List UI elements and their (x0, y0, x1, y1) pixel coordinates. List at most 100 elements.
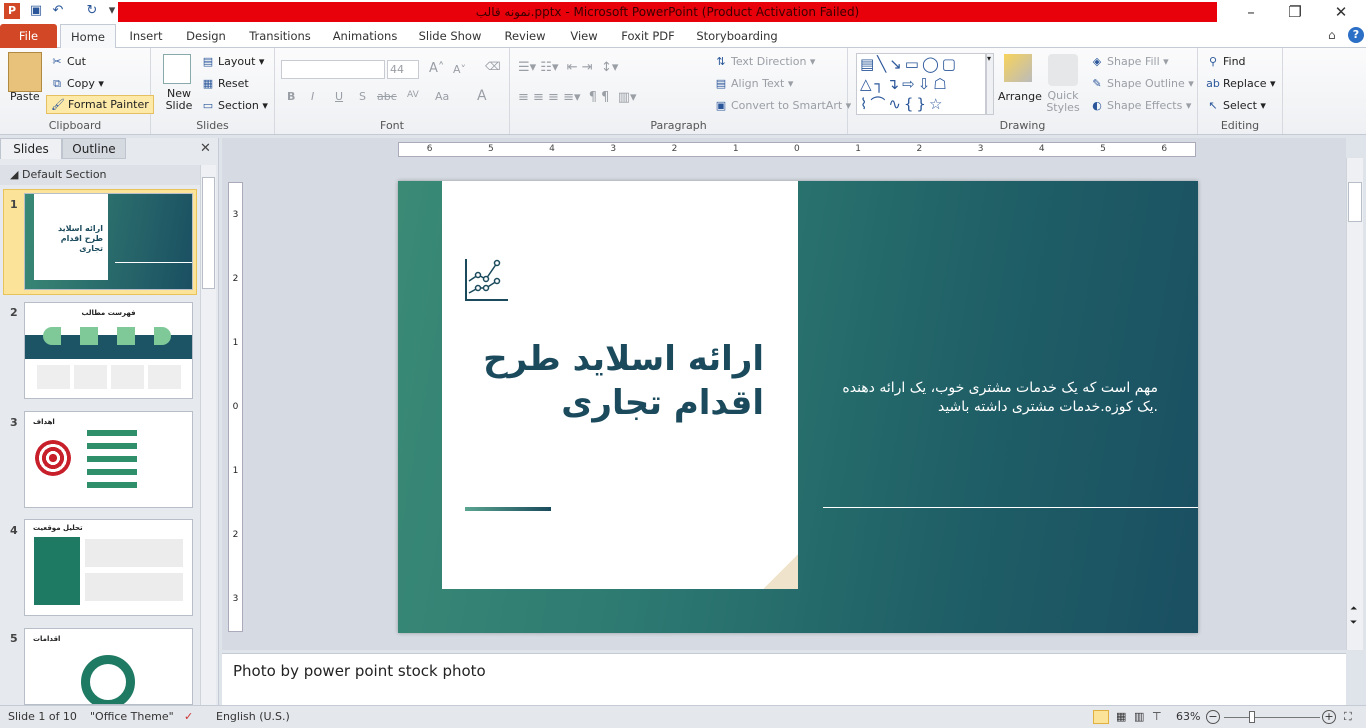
previous-slide-icon[interactable]: ⏶ (1350, 604, 1357, 614)
group-label: Paragraph (650, 119, 707, 132)
slide-thumbnail-2[interactable]: فهرست مطالب (24, 302, 193, 399)
ruler-tick-label: 4 (549, 144, 555, 154)
quick-styles-button[interactable]: Quick Styles (1046, 90, 1080, 114)
slide-thumbnail-5[interactable]: اقدامات (24, 628, 193, 705)
select-button[interactable]: ↖ Select ▾ (1206, 99, 1266, 112)
language[interactable]: English (U.S.) (216, 706, 290, 728)
tab-slide-show[interactable]: Slide Show (414, 24, 486, 48)
arrange-button[interactable]: Arrange (998, 90, 1042, 103)
reading-view-icon[interactable]: ▥ (1134, 706, 1144, 728)
zoom-slider-thumb[interactable] (1249, 711, 1256, 723)
save-icon[interactable]: ▣ (28, 3, 44, 19)
clipboard-group: Paste ✂ Cut ⧉ Copy ▾ 🖌 Format Painter Clipb… (0, 48, 154, 134)
layout-button[interactable]: ▤ Layout ▾ (201, 55, 265, 68)
slide-title[interactable]: ارائه اسلاید طرح اقدام تجاری (464, 337, 764, 425)
grow-font-icon[interactable]: A˄ (429, 61, 444, 76)
slide-title-line: اقدام تجاری (561, 383, 764, 423)
normal-view-icon[interactable] (1093, 710, 1109, 724)
clear-formatting-icon[interactable]: ⌫ (485, 60, 501, 73)
character-spacing-button[interactable]: AV (407, 90, 419, 100)
ruler-tick-label: 1 (232, 466, 239, 476)
undo-icon[interactable]: ↶ (50, 3, 66, 19)
slideshow-icon[interactable]: ⊤ (1152, 706, 1162, 728)
close-button[interactable]: ✕ (1318, 0, 1364, 24)
strikethrough-button[interactable]: abc (377, 90, 397, 103)
shadow-button[interactable]: S (359, 90, 366, 103)
shape-effects-button[interactable]: ◐ Shape Effects ▾ (1090, 99, 1191, 112)
tab-view[interactable]: View (562, 24, 606, 48)
scrollbar-thumb[interactable] (1348, 182, 1362, 222)
slide-sorter-icon[interactable]: ▦ (1116, 706, 1126, 728)
section-button[interactable]: ▭ Section ▾ (201, 99, 268, 112)
horizontal-ruler[interactable]: 6 5 4 3 2 1 0 1 2 3 4 5 6 (398, 142, 1196, 157)
shape-outline-label: Shape Outline (1107, 77, 1185, 90)
alignment-icons[interactable]: ≡ ≡ ≡ ≡▾ ¶ ¶ ▥▾ (518, 90, 637, 105)
shape-outline-button[interactable]: ✎ Shape Outline ▾ (1090, 77, 1193, 90)
theme-name[interactable]: "Office Theme" (90, 706, 174, 728)
tab-insert[interactable]: Insert (122, 24, 170, 48)
shape-fill-button[interactable]: ◈ Shape Fill ▾ (1090, 55, 1169, 68)
slide-thumbnail-4[interactable]: تحلیل موقعیت (24, 519, 193, 616)
shapes-gallery[interactable]: ▤╲↘▭◯▢ △┐↴⇨⇩☖ ⌇⌒∿{}☆ (856, 53, 986, 115)
slide-thumbnail-3[interactable]: اهداف (24, 411, 193, 508)
find-button[interactable]: ⚲ Find (1206, 55, 1246, 68)
help-icon[interactable]: ? (1348, 27, 1364, 43)
fit-to-window-icon[interactable]: ⛶ (1344, 706, 1352, 728)
align-text-button[interactable]: ▤ Align Text ▾ (714, 77, 794, 90)
copy-button[interactable]: ⧉ Copy ▾ (50, 77, 104, 91)
tab-file[interactable]: File (0, 24, 57, 48)
scrollbar-thumb[interactable] (202, 177, 215, 289)
zoom-in-button[interactable]: + (1322, 710, 1336, 724)
font-size-select[interactable]: 44 (387, 60, 419, 79)
zoom-level[interactable]: 63% (1176, 706, 1200, 728)
tab-storyboarding[interactable]: Storyboarding (694, 24, 780, 48)
slide-title-line: ارائه اسلاید طرح (483, 339, 764, 379)
tab-foxit-pdf[interactable]: Foxit PDF (618, 24, 678, 48)
tab-design[interactable]: Design (180, 24, 232, 48)
next-slide-icon[interactable]: ⏷ (1350, 618, 1357, 628)
slide-canvas[interactable]: ارائه اسلاید طرح اقدام تجاری مهم است که … (398, 181, 1198, 633)
minimize-button[interactable]: – (1228, 0, 1274, 24)
replace-button[interactable]: ab Replace ▾ (1206, 77, 1275, 90)
close-pane-icon[interactable]: ✕ (200, 141, 211, 156)
main-vertical-scrollbar[interactable]: ⏶ ⏷ (1346, 158, 1363, 650)
ruler-tick-label: 3 (232, 210, 239, 220)
text-direction-button[interactable]: ⇅ Text Direction ▾ (714, 55, 815, 68)
slides-pane-scrollbar[interactable] (200, 165, 216, 705)
powerpoint-app-icon[interactable]: P (4, 3, 20, 19)
tab-outline[interactable]: Outline (62, 138, 126, 159)
tab-animations[interactable]: Animations (330, 24, 400, 48)
tab-slides[interactable]: Slides (0, 138, 62, 159)
notes-pane[interactable]: Photo by power point stock photo (222, 653, 1346, 705)
bold-button[interactable]: B (287, 90, 295, 103)
spell-check-icon[interactable]: ✓ (184, 706, 193, 728)
paste-button[interactable]: Paste (10, 90, 40, 103)
section-header[interactable]: ◢ Default Section (0, 165, 200, 185)
reset-button[interactable]: ▦ Reset (201, 77, 249, 90)
underline-button[interactable]: U (335, 90, 343, 103)
restore-button[interactable]: ❐ (1272, 0, 1318, 24)
slide-thumbnail-1[interactable]: ارائه اسلاید طرح اقدام تجاری (24, 193, 193, 290)
shrink-font-icon[interactable]: A˅ (453, 63, 466, 76)
title-bar: P ▣ ↶ ↻ ▾ نمونه قالب.pptx - Microsoft Po… (0, 0, 1366, 24)
font-name-select[interactable] (281, 60, 385, 79)
format-painter-button[interactable]: 🖌 Format Painter (46, 95, 154, 114)
redo-icon[interactable]: ↻ (84, 3, 100, 19)
change-case-button[interactable]: Aa (435, 90, 449, 103)
minimize-ribbon-icon[interactable]: ⌂ (1328, 28, 1336, 42)
tab-transitions[interactable]: Transitions (244, 24, 316, 48)
slide-body-text[interactable]: مهم است که یک خدمات مشتری خوب، یک ارائه … (818, 379, 1158, 417)
cut-button[interactable]: ✂ Cut (50, 55, 86, 68)
shapes-gallery-scroll[interactable]: ▾ (986, 53, 994, 115)
zoom-slider[interactable] (1224, 717, 1320, 718)
italic-button[interactable]: I (311, 90, 314, 103)
convert-smartart-button[interactable]: ▣ Convert to SmartArt ▾ (714, 99, 851, 112)
vertical-ruler[interactable]: 3 2 1 0 1 2 3 (228, 182, 243, 632)
new-slide-button[interactable]: New Slide (159, 88, 199, 112)
tab-review[interactable]: Review (500, 24, 550, 48)
tab-home[interactable]: Home (60, 24, 116, 49)
bullets-icon[interactable]: ☰▾ ☷▾ ⇤ ⇥ ↕▾ (518, 60, 618, 75)
paste-icon[interactable] (8, 52, 42, 92)
font-color-button[interactable]: A (477, 88, 487, 104)
zoom-out-button[interactable]: − (1206, 710, 1220, 724)
